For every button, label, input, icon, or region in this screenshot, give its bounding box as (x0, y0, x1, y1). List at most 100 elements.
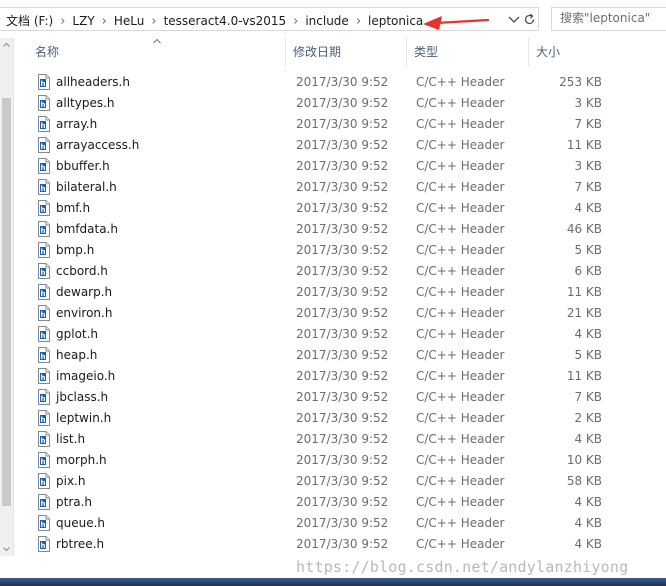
breadcrumb-item-helu[interactable]: HeLu (114, 14, 145, 28)
file-row[interactable]: h heap.h 2017/3/30 9:52 C/C++ Header 5 KB (28, 345, 638, 366)
breadcrumb-separator[interactable]: › (60, 14, 65, 29)
breadcrumb-separator[interactable]: › (151, 14, 156, 29)
file-row[interactable]: h morph.h 2017/3/30 9:52 C/C++ Header 10 KB (28, 450, 638, 471)
file-row[interactable]: h bbuffer.h 2017/3/30 9:52 C/C++ Header 3 KB (28, 156, 638, 177)
scrollbar-thumb[interactable] (2, 98, 11, 506)
file-row[interactable]: h leptwin.h 2017/3/30 9:52 C/C++ Header 2 KB (28, 408, 638, 429)
column-header-size-label: 大小 (536, 45, 561, 59)
c-header-file-icon: h (38, 431, 52, 448)
file-type: C/C++ Header (416, 75, 505, 89)
file-modified-date: 2017/3/30 9:52 (296, 474, 389, 488)
file-size: 11 KB (566, 138, 602, 152)
file-row[interactable]: h pix.h 2017/3/30 9:52 C/C++ Header 58 KB (28, 471, 638, 492)
c-header-file-icon: h (38, 221, 52, 238)
breadcrumb-separator[interactable]: › (102, 14, 107, 29)
file-name: heap.h (56, 348, 98, 362)
column-header-type[interactable]: 类型 (407, 38, 529, 66)
file-size: 4 KB (574, 432, 602, 446)
file-name: list.h (56, 432, 86, 446)
svg-text:h: h (41, 479, 46, 487)
file-row[interactable]: h rbtree.h 2017/3/30 9:52 C/C++ Header 4 KB (28, 534, 638, 555)
file-name: bmp.h (56, 243, 95, 257)
file-size: 10 KB (566, 453, 602, 467)
c-header-file-icon: h (38, 452, 52, 469)
file-modified-date: 2017/3/30 9:52 (296, 369, 389, 383)
file-row[interactable]: h dewarp.h 2017/3/30 9:52 C/C++ Header 11 KB (28, 282, 638, 303)
svg-text:h: h (41, 122, 46, 130)
c-header-file-icon: h (38, 473, 52, 490)
file-row[interactable]: h array.h 2017/3/30 9:52 C/C++ Header 7 KB (28, 114, 638, 135)
file-row[interactable]: h gplot.h 2017/3/30 9:52 C/C++ Header 4 KB (28, 324, 638, 345)
breadcrumb-item-tesseract[interactable]: tesseract4.0-vs2015 (164, 14, 287, 28)
file-modified-date: 2017/3/30 9:52 (296, 264, 389, 278)
taskbar-edge (0, 578, 666, 586)
column-header-size[interactable]: 大小 (529, 38, 599, 66)
file-row[interactable]: h ptra.h 2017/3/30 9:52 C/C++ Header 4 KB (28, 492, 638, 513)
svg-text:h: h (41, 143, 46, 151)
refresh-button[interactable] (521, 7, 539, 31)
file-modified-date: 2017/3/30 9:52 (296, 306, 389, 320)
navigation-pane-scrollbar[interactable] (0, 38, 14, 556)
column-header-date[interactable]: 修改日期 (286, 38, 407, 66)
file-type: C/C++ Header (416, 201, 505, 215)
file-size: 58 KB (566, 474, 602, 488)
breadcrumb-item-lzy[interactable]: LZY (72, 14, 94, 28)
file-size: 3 KB (574, 96, 602, 110)
file-modified-date: 2017/3/30 9:52 (296, 138, 389, 152)
file-size: 2 KB (574, 411, 602, 425)
file-name: alltypes.h (56, 96, 115, 110)
svg-text:h: h (41, 80, 46, 88)
search-input[interactable] (560, 11, 666, 25)
file-row[interactable]: h ccbord.h 2017/3/30 9:52 C/C++ Header 6 KB (28, 261, 638, 282)
file-size: 11 KB (566, 285, 602, 299)
file-name: rbtree.h (56, 537, 105, 551)
file-name: arrayaccess.h (56, 138, 140, 152)
file-modified-date: 2017/3/30 9:52 (296, 180, 389, 194)
file-modified-date: 2017/3/30 9:52 (296, 411, 389, 425)
c-header-file-icon: h (38, 242, 52, 259)
search-box[interactable] (551, 7, 666, 31)
file-size: 5 KB (574, 348, 602, 362)
file-row[interactable]: h bmp.h 2017/3/30 9:52 C/C++ Header 5 KB (28, 240, 638, 261)
file-row[interactable]: h allheaders.h 2017/3/30 9:52 C/C++ Header 2… (28, 72, 638, 93)
scroll-up-icon[interactable] (2, 40, 11, 50)
c-header-file-icon: h (38, 200, 52, 217)
c-header-file-icon: h (38, 137, 52, 154)
c-header-file-icon: h (38, 95, 52, 112)
file-row[interactable]: h bmfdata.h 2017/3/30 9:52 C/C++ Header 46 K… (28, 219, 638, 240)
file-size: 7 KB (574, 390, 602, 404)
file-row[interactable]: h environ.h 2017/3/30 9:52 C/C++ Header 21 K… (28, 303, 638, 324)
file-modified-date: 2017/3/30 9:52 (296, 516, 389, 530)
breadcrumb-item-leptonica[interactable]: leptonica (368, 14, 423, 28)
breadcrumb-separator[interactable]: › (356, 14, 361, 29)
file-row[interactable]: h alltypes.h 2017/3/30 9:52 C/C++ Header 3 K… (28, 93, 638, 114)
breadcrumb-item-drive[interactable]: 文档 (F:) (6, 12, 53, 29)
file-type: C/C++ Header (416, 537, 505, 551)
file-size: 11 KB (566, 369, 602, 383)
c-header-file-icon: h (38, 158, 52, 175)
svg-text:h: h (41, 374, 46, 382)
file-row[interactable]: h list.h 2017/3/30 9:52 C/C++ Header 4 KB (28, 429, 638, 450)
file-size: 4 KB (574, 537, 602, 551)
column-header-date-label: 修改日期 (293, 45, 342, 59)
file-name: bilateral.h (56, 180, 117, 194)
svg-text:h: h (41, 332, 46, 340)
c-header-file-icon: h (38, 326, 52, 343)
file-modified-date: 2017/3/30 9:52 (296, 243, 389, 257)
file-size: 21 KB (566, 306, 602, 320)
file-row[interactable]: h queue.h 2017/3/30 9:52 C/C++ Header 4 KB (28, 513, 638, 534)
breadcrumb-separator[interactable]: › (293, 14, 298, 29)
svg-text:h: h (41, 416, 46, 424)
file-row[interactable]: h imageio.h 2017/3/30 9:52 C/C++ Header 11 K… (28, 366, 638, 387)
breadcrumb-item-include[interactable]: include (305, 14, 348, 28)
file-row[interactable]: h bmf.h 2017/3/30 9:52 C/C++ Header 4 KB (28, 198, 638, 219)
file-modified-date: 2017/3/30 9:52 (296, 117, 389, 131)
file-modified-date: 2017/3/30 9:52 (296, 495, 389, 509)
file-row[interactable]: h bilateral.h 2017/3/30 9:52 C/C++ Header 7 … (28, 177, 638, 198)
file-modified-date: 2017/3/30 9:52 (296, 285, 389, 299)
scroll-down-icon[interactable] (2, 544, 11, 554)
file-row[interactable]: h arrayaccess.h 2017/3/30 9:52 C/C++ Header… (28, 135, 638, 156)
file-modified-date: 2017/3/30 9:52 (296, 453, 389, 467)
chevron-down-icon[interactable] (506, 10, 522, 28)
file-row[interactable]: h jbclass.h 2017/3/30 9:52 C/C++ Header 7 KB (28, 387, 638, 408)
